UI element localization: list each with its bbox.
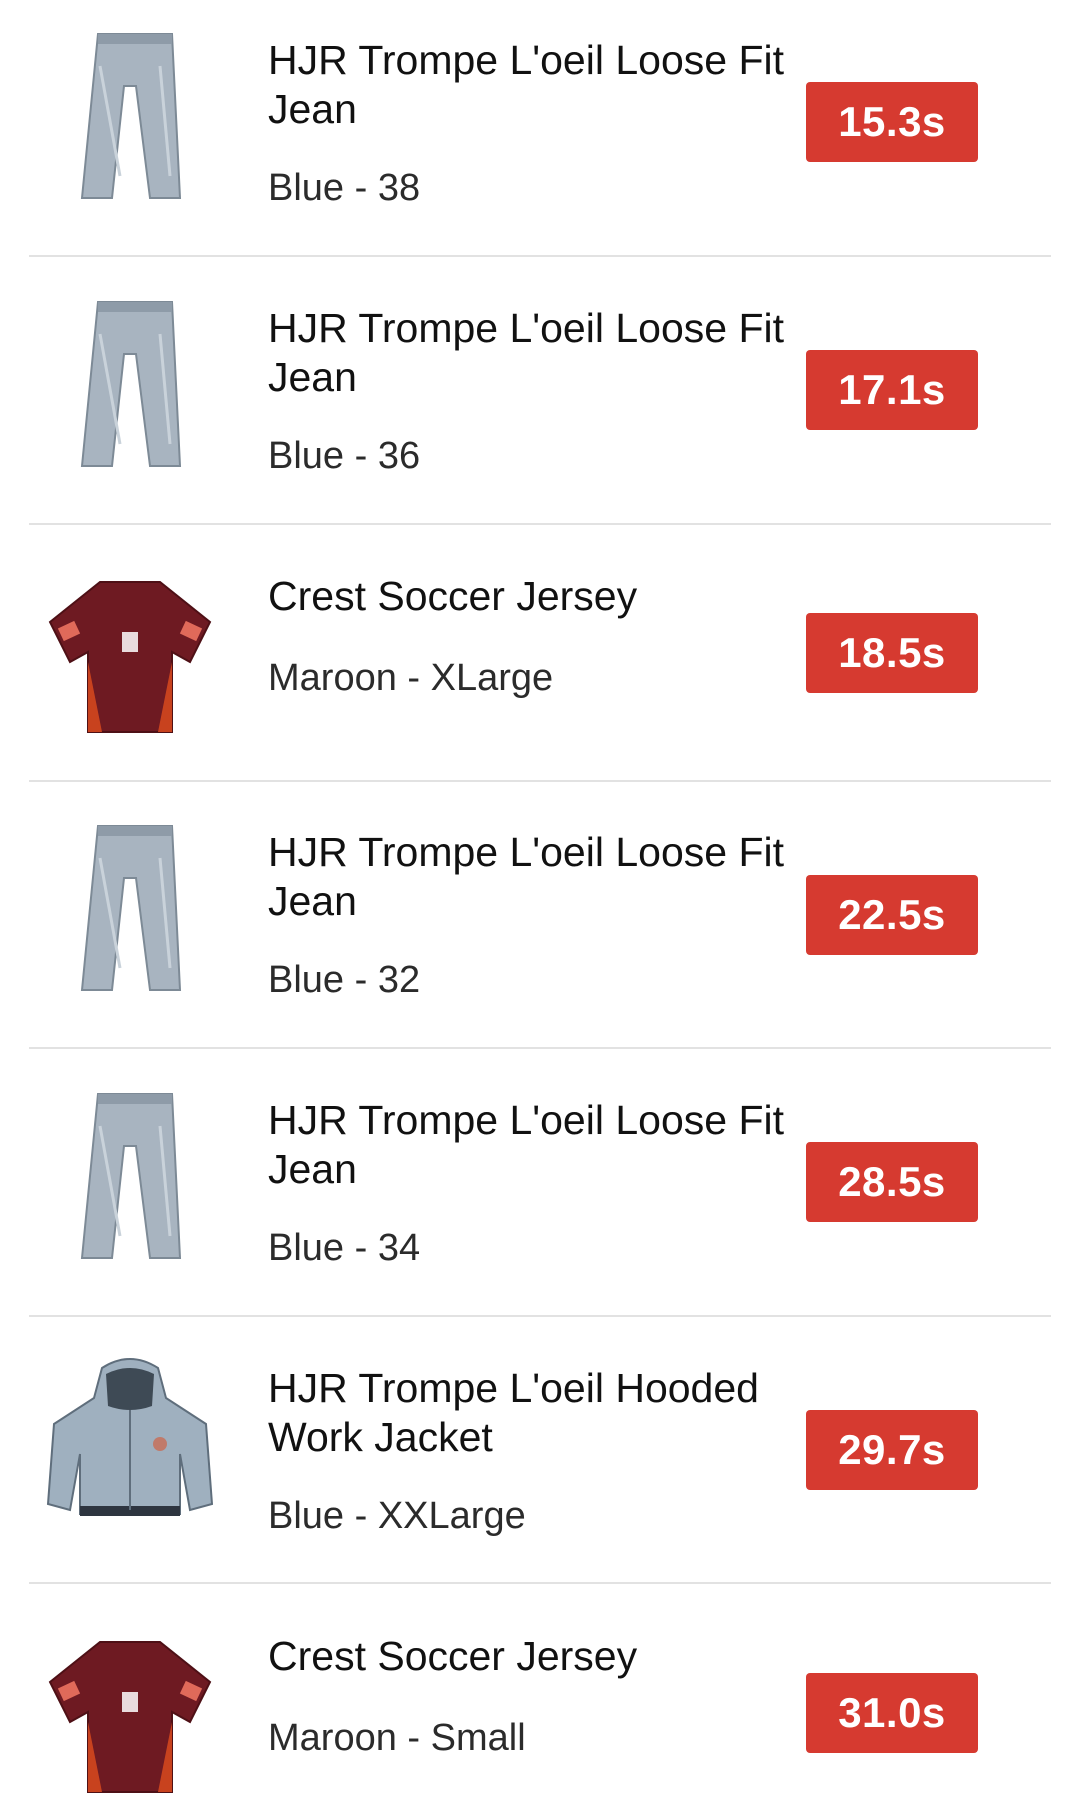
time-badge: 17.1s bbox=[806, 350, 978, 430]
row-divider bbox=[29, 523, 1051, 525]
row-divider bbox=[29, 1315, 1051, 1317]
time-badge: 28.5s bbox=[806, 1142, 978, 1222]
product-title[interactable]: HJR Trompe L'oeil Hooded Work Jacket bbox=[268, 1364, 798, 1462]
jean-thumbnail-icon bbox=[40, 294, 220, 474]
time-badge: 15.3s bbox=[806, 82, 978, 162]
product-variant: Maroon - XLarge bbox=[268, 657, 554, 699]
jean-thumbnail-icon bbox=[40, 818, 220, 998]
time-badge: 31.0s bbox=[806, 1673, 978, 1753]
row-divider bbox=[29, 1047, 1051, 1049]
product-variant: Blue - 36 bbox=[268, 435, 421, 477]
row-divider bbox=[29, 1582, 1051, 1584]
product-title[interactable]: HJR Trompe L'oeil Loose Fit Jean bbox=[268, 1096, 798, 1194]
jean-thumbnail-icon bbox=[40, 26, 220, 206]
product-variant: Blue - 32 bbox=[268, 959, 421, 1001]
product-variant: Blue - XXLarge bbox=[268, 1495, 526, 1537]
product-title[interactable]: Crest Soccer Jersey bbox=[268, 1632, 798, 1681]
time-badge: 29.7s bbox=[806, 1410, 978, 1490]
jean-thumbnail-icon bbox=[40, 1086, 220, 1266]
product-timing-list: HJR Trompe L'oeil Loose Fit Jean Blue - … bbox=[0, 0, 1080, 1793]
product-title[interactable]: HJR Trompe L'oeil Loose Fit Jean bbox=[268, 36, 798, 134]
row-divider bbox=[29, 780, 1051, 782]
product-variant: Blue - 34 bbox=[268, 1227, 421, 1269]
product-title[interactable]: HJR Trompe L'oeil Loose Fit Jean bbox=[268, 304, 798, 402]
row-divider bbox=[29, 255, 1051, 257]
product-title[interactable]: HJR Trompe L'oeil Loose Fit Jean bbox=[268, 828, 798, 926]
time-badge: 22.5s bbox=[806, 875, 978, 955]
jersey-thumbnail-icon bbox=[40, 1622, 220, 1802]
time-badge: 18.5s bbox=[806, 613, 978, 693]
product-variant: Blue - 38 bbox=[268, 167, 421, 209]
jacket-thumbnail-icon bbox=[40, 1354, 220, 1534]
product-variant: Maroon - Small bbox=[268, 1717, 526, 1759]
jersey-thumbnail-icon bbox=[40, 562, 220, 742]
product-title[interactable]: Crest Soccer Jersey bbox=[268, 572, 798, 621]
